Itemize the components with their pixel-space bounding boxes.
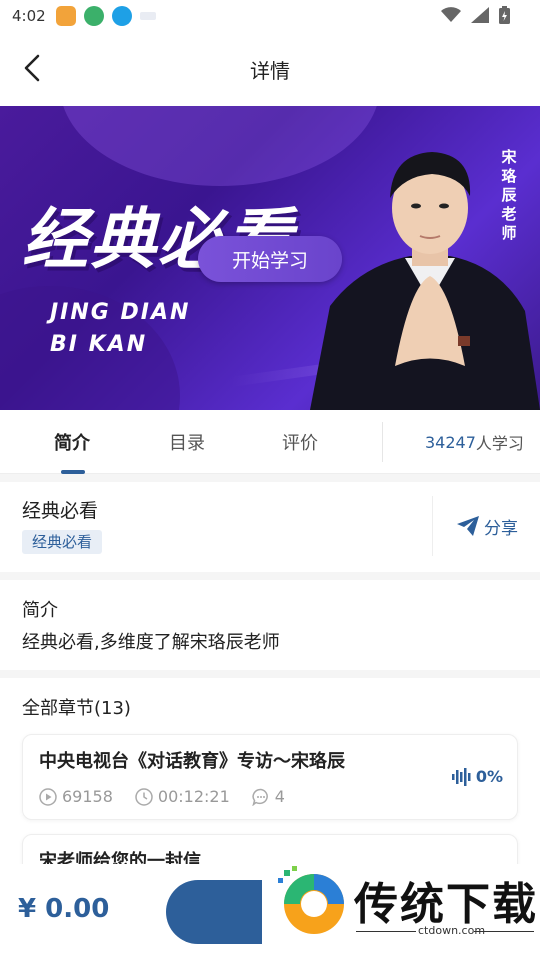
- audio-wave-icon: [451, 767, 471, 786]
- page-title: 详情: [250, 58, 290, 83]
- chapter-item[interactable]: 中央电视台《对话教育》专访～宋珞辰 69158 00:12:21 4 0%: [22, 734, 518, 820]
- tab-reviews[interactable]: 评价: [282, 410, 318, 474]
- tab-catalog[interactable]: 目录: [169, 410, 205, 474]
- chapter-title: 中央电视台《对话教育》专访～宋珞辰: [39, 751, 345, 772]
- battery-icon: [499, 6, 510, 24]
- notification-app-icon: [83, 6, 104, 26]
- send-icon: [457, 516, 479, 536]
- banner-subtitle: BI KAN: [50, 332, 148, 357]
- download-icon: [111, 6, 132, 26]
- duration: 00:12:21: [157, 787, 230, 806]
- chapters-heading: 全部章节(13): [22, 698, 131, 719]
- progress-percent: 0%: [475, 767, 503, 786]
- watermark-text: 传统下载: [354, 879, 538, 930]
- share-label: 分享: [484, 518, 518, 539]
- comment-count: 4: [274, 787, 285, 806]
- notification-app-icon: [55, 6, 76, 26]
- wifi-icon: [441, 7, 461, 22]
- start-learning-button[interactable]: 开始学习: [198, 236, 342, 282]
- chevron-left-icon: [24, 54, 40, 82]
- learner-count: 34247 人学习: [425, 410, 524, 474]
- banner-subtitle: JING DIAN: [50, 300, 191, 325]
- learner-number: 34247: [425, 432, 476, 452]
- course-name: 经典必看: [22, 500, 99, 522]
- intro-text: 经典必看,多维度了解宋珞辰老师: [22, 632, 280, 653]
- watermark: 传统下载 ctdown.com: [262, 864, 540, 960]
- bottom-bar: ¥ 0.00 传统下载 ctdown.com: [0, 864, 540, 960]
- price: ¥ 0.00: [18, 894, 110, 924]
- tab-intro[interactable]: 简介: [54, 410, 90, 474]
- chapter-meta: 69158 00:12:21 4: [39, 787, 285, 806]
- chapter-progress: 0%: [451, 767, 503, 786]
- tab-bar: 简介 目录 评价 34247 人学习: [0, 410, 540, 474]
- course-tag: 经典必看: [22, 530, 103, 554]
- share-button[interactable]: 分享: [456, 512, 518, 540]
- clock-icon: [135, 787, 153, 806]
- status-bar: 4:02: [0, 0, 540, 32]
- course-banner: 经典必看 JING DIAN BI KAN 宋珞辰老师 开始学习: [0, 106, 540, 410]
- play-count-icon: [39, 787, 57, 806]
- intro-section: 简介 经典必看,多维度了解宋珞辰老师: [0, 580, 540, 670]
- status-time: 4:02: [12, 7, 46, 25]
- back-button[interactable]: [14, 50, 50, 86]
- app-header: 详情: [0, 32, 540, 106]
- intro-heading: 简介: [22, 600, 58, 621]
- teacher-name: 宋珞辰老师: [501, 148, 517, 242]
- notification-app-icon: [139, 12, 156, 20]
- play-count: 69158: [62, 787, 113, 806]
- signal-icon: [471, 7, 489, 23]
- comment-icon: [252, 788, 268, 806]
- course-info: 经典必看 经典必看 分享: [0, 482, 540, 572]
- watermark-logo: [278, 866, 344, 934]
- learner-suffix: 人学习: [475, 434, 524, 453]
